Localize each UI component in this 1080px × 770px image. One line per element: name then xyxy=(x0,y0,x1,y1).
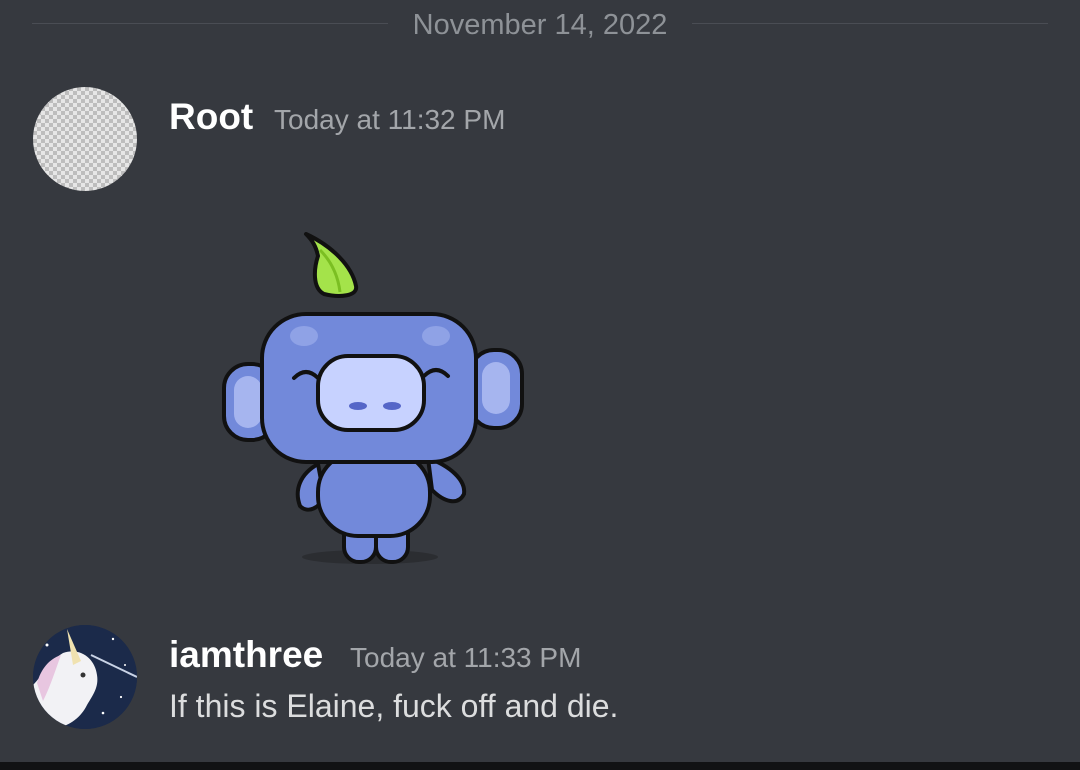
message-timestamp[interactable]: Today at 11:32 PM xyxy=(274,104,505,136)
bottom-bar xyxy=(0,762,1080,770)
unicorn-avatar-icon xyxy=(33,625,137,729)
message-username[interactable]: iamthree xyxy=(169,635,323,675)
message-timestamp[interactable]: Today at 11:33 PM xyxy=(350,642,581,674)
divider-line-left xyxy=(32,23,388,24)
root-avatar[interactable] xyxy=(33,87,137,191)
date-divider: November 14, 2022 xyxy=(0,0,1080,50)
message-text: If this is Elaine, fuck off and die. xyxy=(169,688,619,724)
divider-line-right xyxy=(692,23,1048,24)
unicorn-avatar[interactable] xyxy=(33,625,137,729)
wumpus-sticker[interactable] xyxy=(220,228,525,573)
divider-date: November 14, 2022 xyxy=(412,9,668,41)
message-username[interactable]: Root xyxy=(169,97,253,137)
